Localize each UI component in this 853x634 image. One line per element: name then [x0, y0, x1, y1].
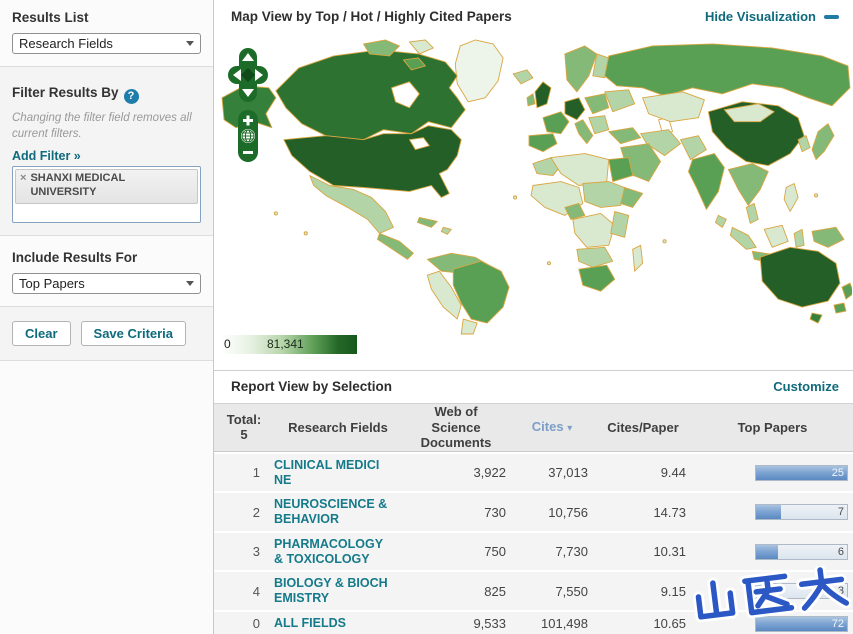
cites-cell: 10,756: [548, 504, 588, 520]
top-papers-value: 25: [831, 466, 844, 479]
hide-visualization-control[interactable]: Hide Visualization: [705, 9, 839, 24]
hide-visualization-link[interactable]: Hide Visualization: [705, 9, 816, 24]
table-row: 3 PHARMACOLOGY & TOXICOLOGY 750 7,730 10…: [214, 532, 853, 571]
sidebar: Results List Research Fields Filter Resu…: [0, 0, 214, 634]
top-papers-bar: 25: [755, 464, 848, 481]
main-panel: Map View by Top / Hot / Highly Cited Pap…: [214, 0, 853, 634]
top-papers-bar: 72: [755, 615, 848, 632]
add-filter-link[interactable]: Add Filter »: [12, 149, 81, 163]
cites-per-paper-cell: 14.73: [653, 504, 686, 520]
zoom-bar-icon: [238, 110, 258, 162]
research-field-link[interactable]: ALL FIELDS: [274, 616, 388, 631]
top-papers-value: 72: [831, 617, 844, 630]
criteria-buttons: Clear Save Criteria: [0, 307, 213, 362]
table-header-row: Total: 5 Research Fields Web of Science …: [214, 403, 853, 452]
top-papers-cell: 3: [692, 583, 853, 600]
table-row: 2 NEUROSCIENCE & BEHAVIOR 730 10,756 14.…: [214, 493, 853, 531]
top-papers-value: 3: [837, 585, 844, 598]
cites-per-paper-cell: 10.31: [653, 544, 686, 560]
filter-by-label: Filter Results By: [12, 85, 119, 100]
filter-note: Changing the filter field removes all cu…: [12, 112, 192, 140]
customize-link[interactable]: Customize: [773, 379, 839, 394]
rank-cell: 1: [252, 465, 260, 481]
choropleth-world-map[interactable]: [214, 36, 852, 335]
map-pan-zoom-controls[interactable]: [226, 48, 270, 198]
docs-cell: 750: [484, 544, 506, 560]
top-papers-value: 6: [837, 545, 844, 558]
research-field-link[interactable]: BIOLOGY & BIOCHEMISTRY: [274, 576, 388, 606]
col-header-top-papers: Top Papers: [737, 419, 808, 435]
research-field-link[interactable]: CLINICAL MEDICINE: [274, 458, 388, 488]
docs-cell: 3,922: [473, 465, 506, 481]
legend-max-value: 81,341: [267, 337, 304, 351]
filter-box[interactable]: × SHANXI MEDICAL UNIVERSITY: [12, 166, 201, 224]
results-list-section: Results List Research Fields: [0, 0, 213, 67]
cites-per-paper-cell: 10.65: [653, 616, 686, 632]
include-results-selected-value: Top Papers: [19, 276, 85, 292]
results-table: Total: 5 Research Fields Web of Science …: [214, 403, 853, 634]
save-criteria-button[interactable]: Save Criteria: [80, 321, 187, 347]
include-results-select[interactable]: Top Papers: [12, 273, 201, 295]
research-field-link[interactable]: NEUROSCIENCE & BEHAVIOR: [274, 497, 388, 527]
top-papers-cell: 25: [692, 464, 853, 481]
remove-filter-icon[interactable]: ×: [20, 172, 26, 200]
cites-per-paper-cell: 9.44: [660, 465, 686, 481]
cites-per-paper-cell: 9.15: [660, 583, 686, 599]
top-papers-cell: 7: [692, 504, 853, 521]
sort-caret-icon: ▾: [567, 423, 573, 435]
rank-cell: 2: [252, 504, 260, 520]
col-header-total: Total: 5: [226, 411, 262, 443]
report-view-header: Report View by Selection Customize: [214, 371, 853, 401]
legend-min-value: 0: [224, 337, 231, 351]
esi-app: Results List Research Fields Filter Resu…: [0, 0, 853, 634]
top-papers-cell: 72: [692, 615, 853, 632]
map-view-title: Map View by Top / Hot / Highly Cited Pap…: [231, 9, 512, 24]
cites-cell: 7,550: [555, 583, 588, 599]
clear-button[interactable]: Clear: [12, 321, 71, 347]
docs-cell: 730: [484, 504, 506, 520]
filter-chip: × SHANXI MEDICAL UNIVERSITY: [15, 169, 198, 204]
col-header-cites-sort[interactable]: Cites ▾: [510, 416, 594, 438]
cites-cell: 37,013: [548, 465, 588, 481]
include-results-label: Include Results For: [12, 250, 138, 266]
research-field-link[interactable]: PHARMACOLOGY & TOXICOLOGY: [274, 537, 388, 567]
top-papers-cell: 6: [692, 543, 853, 560]
table-row: 4 BIOLOGY & BIOCHEMISTRY 825 7,550 9.15 …: [214, 572, 853, 610]
report-view-title: Report View by Selection: [231, 379, 393, 394]
dropdown-arrow-icon: [186, 281, 194, 287]
col-header-wos-documents: Web of Science Documents: [420, 404, 492, 451]
map-view-header: Map View by Top / Hot / Highly Cited Pap…: [214, 0, 853, 30]
top-papers-bar: 6: [755, 543, 848, 560]
help-icon[interactable]: ?: [123, 89, 139, 104]
top-papers-bar: 3: [755, 583, 848, 600]
collapse-minus-icon: [824, 14, 839, 19]
table-row: 1 CLINICAL MEDICINE 3,922 37,013 9.44 25: [214, 453, 853, 492]
results-list-label: Results List: [12, 10, 89, 25]
results-list-selected-value: Research Fields: [19, 36, 113, 51]
pan-dpad-icon: [228, 48, 268, 102]
col-header-research-fields: Research Fields: [288, 419, 388, 435]
col-header-cites-per-paper: Cites/Paper: [607, 419, 679, 435]
rank-cell: 0: [252, 616, 260, 632]
globe-icon: [241, 129, 255, 143]
dropdown-arrow-icon: [186, 41, 194, 46]
map-color-legend: 0 81,341: [221, 335, 357, 354]
top-papers-value: 7: [837, 506, 844, 519]
filter-chip-label: SHANXI MEDICAL UNIVERSITY: [30, 172, 125, 198]
results-list-select[interactable]: Research Fields: [12, 33, 201, 54]
filter-section: Filter Results By? Changing the filter f…: [0, 67, 213, 237]
cites-cell: 7,730: [555, 544, 588, 560]
world-map-area[interactable]: 0 81,341: [214, 30, 853, 371]
rank-cell: 4: [252, 583, 260, 599]
cites-cell: 101,498: [541, 616, 588, 632]
include-results-section: Include Results For Top Papers: [0, 236, 213, 308]
docs-cell: 9,533: [473, 616, 506, 632]
top-papers-bar: 7: [755, 504, 848, 521]
table-row: 0 ALL FIELDS 9,533 101,498 10.65 72: [214, 611, 853, 634]
rank-cell: 3: [252, 544, 260, 560]
docs-cell: 825: [484, 583, 506, 599]
